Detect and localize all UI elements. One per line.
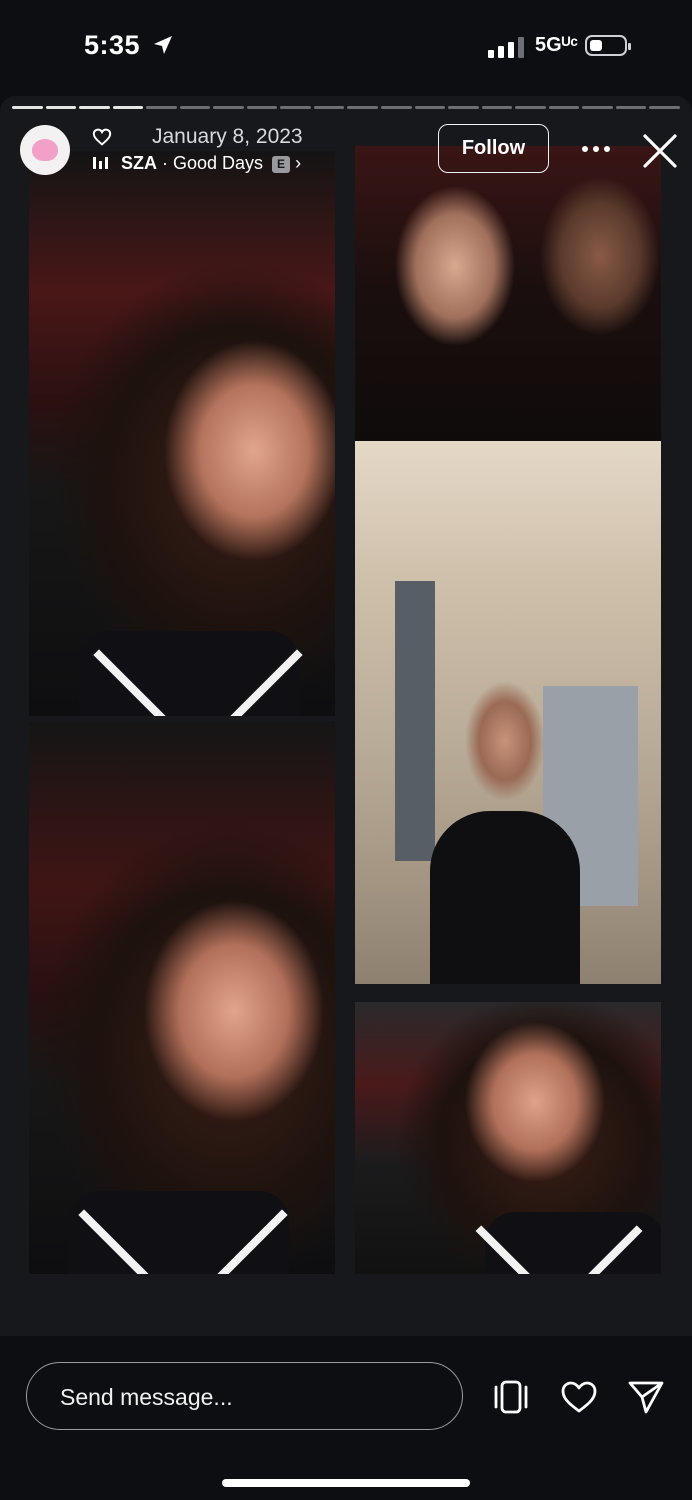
music-artist: SZA [121,153,157,173]
battery-icon [585,35,631,56]
progress-segment [112,106,144,109]
more-options-icon[interactable] [574,134,618,164]
music-bars-icon [93,156,108,169]
progress-segment [548,106,580,109]
status-time: 5:35 [84,30,141,60]
send-icon[interactable] [627,1378,665,1416]
progress-segment [414,106,446,109]
status-bar: 5:35 5Gᵁᶜ [0,0,692,96]
music-title: Good Days [173,153,264,173]
progress-segment [146,106,177,109]
home-indicator[interactable] [222,1479,470,1487]
reels-icon[interactable] [492,1378,530,1416]
progress-segment [448,106,479,109]
progress-segment [213,106,244,109]
collage-photo-2 [355,146,661,491]
progress-segment [45,106,77,109]
send-message-input[interactable]: Send message... [26,1362,463,1430]
send-message-placeholder: Send message... [60,1384,233,1410]
progress-segment [515,106,546,109]
collage-photo-3 [355,441,661,984]
collage-photo-1 [29,151,335,716]
signal-icon [488,36,524,58]
story-date: January 8, 2023 [152,125,303,148]
progress-segment [615,106,647,109]
follow-button[interactable]: Follow [438,124,549,173]
like-heart-icon[interactable] [560,1378,598,1416]
location-arrow-icon [154,36,172,54]
explicit-badge: E [272,156,291,173]
progress-segment [246,106,278,109]
progress-segment [179,106,211,109]
heart-outline-icon [92,128,112,146]
progress-segment [481,106,513,109]
collage-photo-5 [355,1002,661,1274]
story-progress-bar [12,106,680,109]
collage-photo-4 [29,721,335,1274]
progress-segment [649,106,680,109]
progress-segment [12,106,43,109]
music-separator: · [157,153,173,173]
network-label: 5Gᵁᶜ [535,34,578,56]
story-viewer[interactable]: January 8, 2023 SZA · Good Days E › Foll… [0,96,692,1336]
progress-segment [381,106,412,109]
avatar[interactable] [20,125,70,175]
progress-segment [79,106,110,109]
progress-segment [280,106,311,109]
chevron-right-icon: › [295,153,302,173]
progress-segment [313,106,345,109]
progress-segment [347,106,379,109]
avatar-heart-image [32,139,58,161]
close-icon[interactable] [640,131,680,171]
progress-segment [582,106,613,109]
music-attribution[interactable]: SZA · Good Days E › [121,153,301,174]
